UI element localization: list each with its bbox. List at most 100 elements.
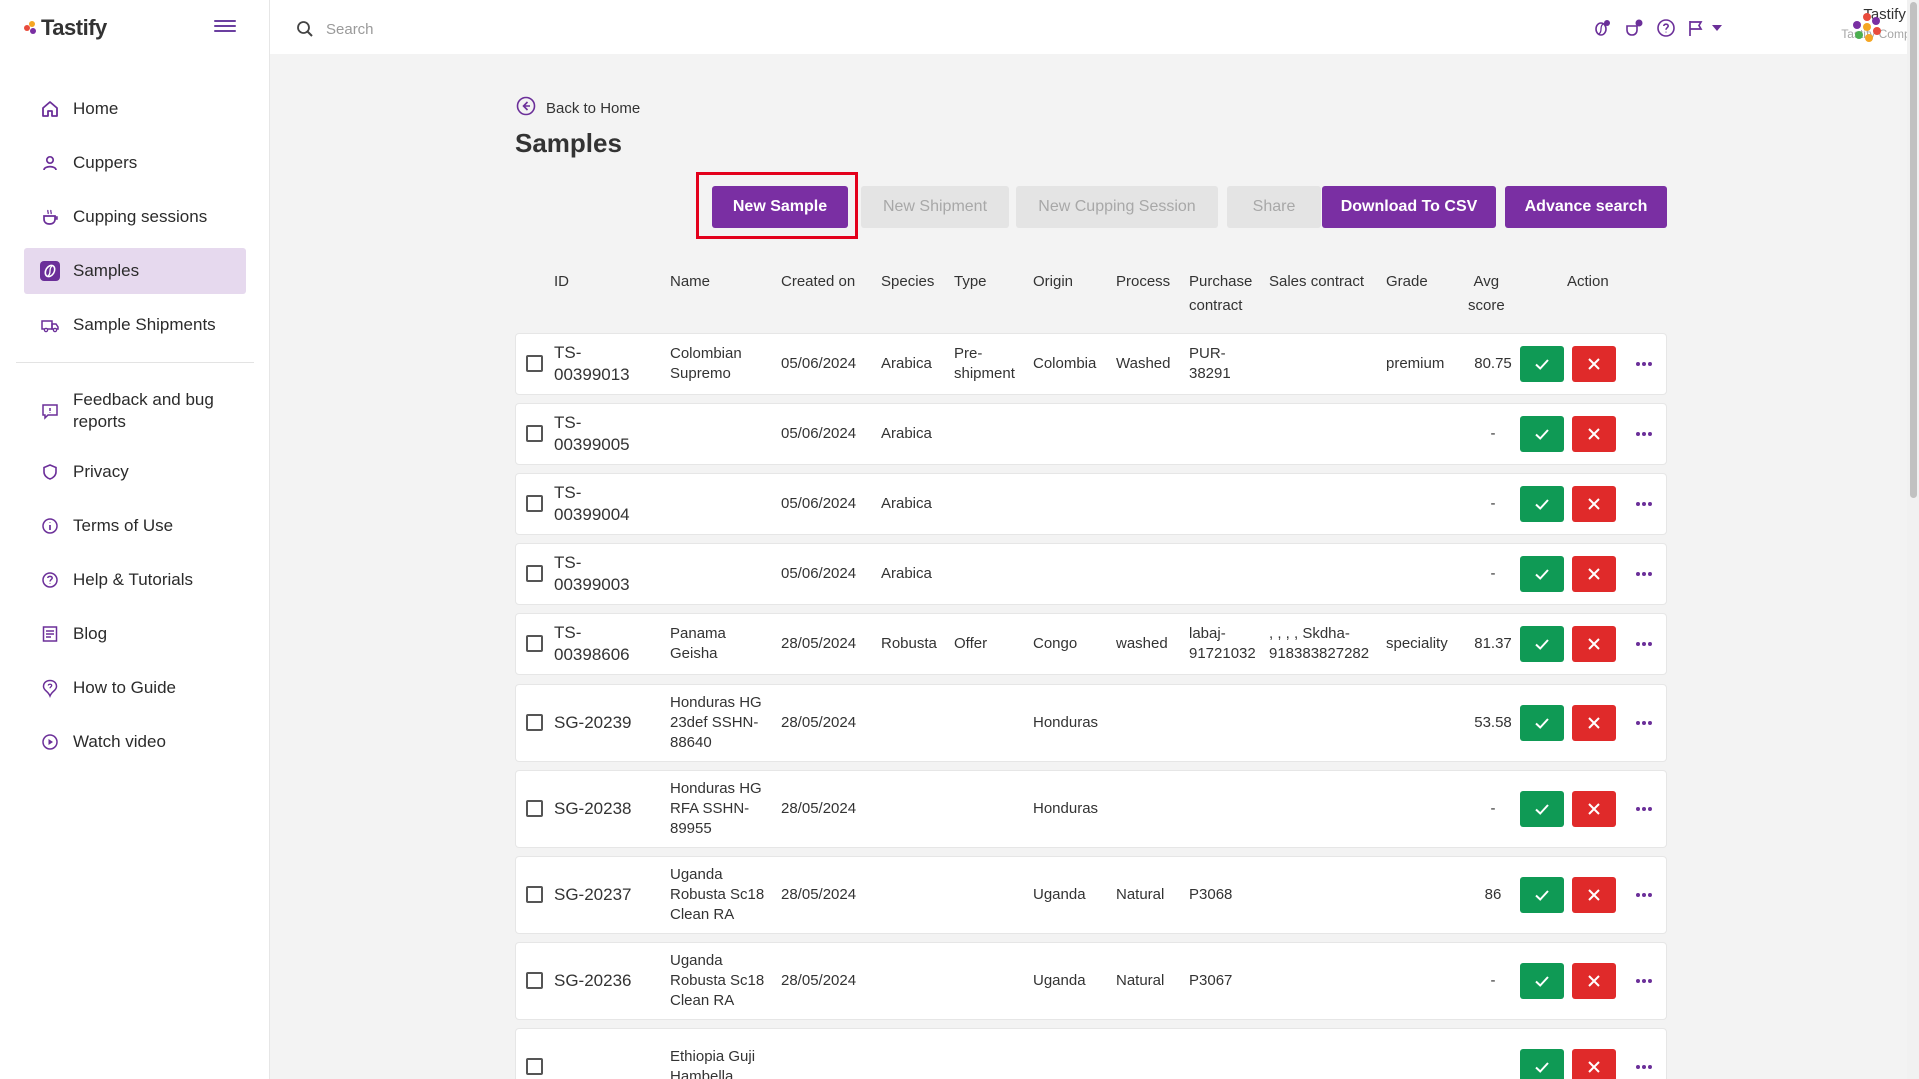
row-checkbox[interactable]: [526, 800, 543, 817]
row-checkbox[interactable]: [526, 565, 543, 582]
approve-button[interactable]: [1520, 486, 1564, 522]
col-created-on[interactable]: Created on: [781, 270, 855, 294]
more-options-icon[interactable]: [1634, 494, 1654, 514]
reject-button[interactable]: [1572, 416, 1616, 452]
row-checkbox[interactable]: [526, 886, 543, 903]
col-action: Action: [1567, 273, 1609, 290]
sidebar-item-blog[interactable]: Blog: [24, 611, 246, 657]
approve-button[interactable]: [1520, 963, 1564, 999]
table-row[interactable]: Ethiopia Guji Hambella: [515, 1028, 1667, 1079]
row-checkbox[interactable]: [526, 1058, 543, 1075]
cupping-notification-icon[interactable]: [1590, 16, 1614, 40]
row-checkbox[interactable]: [526, 972, 543, 989]
search-input[interactable]: [326, 16, 626, 42]
approve-button[interactable]: [1520, 416, 1564, 452]
more-options-icon[interactable]: [1634, 885, 1654, 905]
table-row[interactable]: TS- 00398606 Panama Geisha 28/05/2024 Robusta…: [515, 613, 1667, 675]
reject-button[interactable]: [1572, 626, 1616, 662]
col-name[interactable]: Name: [670, 270, 710, 294]
reject-button[interactable]: [1572, 486, 1616, 522]
sidebar-item-cupping-sessions[interactable]: Cupping sessions: [24, 194, 246, 240]
more-options-icon[interactable]: [1634, 424, 1654, 444]
approve-button[interactable]: [1520, 791, 1564, 827]
reject-button[interactable]: [1572, 963, 1616, 999]
col-avg-score[interactable]: Avg score: [1468, 270, 1505, 318]
sidebar-item-sample-shipments[interactable]: Sample Shipments: [24, 302, 246, 348]
more-options-icon[interactable]: [1634, 799, 1654, 819]
sidebar-item-watch-video[interactable]: Watch video: [24, 719, 246, 765]
cell-process: washed: [1116, 635, 1168, 652]
cell-line: TS-: [554, 623, 582, 642]
sidebar-item-help[interactable]: Help & Tutorials: [24, 557, 246, 603]
reject-button[interactable]: [1572, 791, 1616, 827]
table-row[interactable]: SG-20236 Uganda Robusta Sc18 Clean RA 28/05/…: [515, 942, 1667, 1020]
col-id[interactable]: ID: [554, 270, 569, 294]
col-species[interactable]: Species: [881, 270, 934, 294]
table-row[interactable]: SG-20237 Uganda Robusta Sc18 Clean RA 28/05/…: [515, 856, 1667, 934]
sidebar-item-home[interactable]: Home: [24, 86, 246, 132]
reject-button[interactable]: [1572, 877, 1616, 913]
sidebar-item-privacy[interactable]: Privacy: [24, 449, 246, 495]
sidebar-item-terms[interactable]: Terms of Use: [24, 503, 246, 549]
row-checkbox[interactable]: [526, 635, 543, 652]
menu-toggle-icon[interactable]: [214, 17, 236, 35]
more-options-icon[interactable]: [1634, 713, 1654, 733]
flag-icon[interactable]: [1686, 16, 1706, 40]
table-row[interactable]: TS- 00399003 05/06/2024 Arabica -: [515, 543, 1667, 605]
new-shipment-button[interactable]: New Shipment: [861, 186, 1009, 228]
sidebar-item-cuppers[interactable]: Cuppers: [24, 140, 246, 186]
user-info[interactable]: Tastify Inc Tastify Company: [1740, 6, 1919, 41]
row-checkbox[interactable]: [526, 495, 543, 512]
table-row[interactable]: SG-20239 Honduras HG 23def SSHN- 88640 28/05…: [515, 684, 1667, 762]
more-options-icon[interactable]: [1634, 634, 1654, 654]
reject-button[interactable]: [1572, 346, 1616, 382]
approve-button[interactable]: [1520, 626, 1564, 662]
chevron-down-icon[interactable]: [1712, 25, 1722, 31]
tastify-logo[interactable]: Tastify: [24, 14, 107, 42]
table-row[interactable]: TS- 00399004 05/06/2024 Arabica -: [515, 473, 1667, 535]
col-purchase-contract[interactable]: Purchase contract: [1189, 270, 1252, 318]
help-icon[interactable]: [1654, 16, 1678, 40]
sidebar-item-how-to-guide[interactable]: How to Guide: [24, 665, 246, 711]
reject-button[interactable]: [1572, 705, 1616, 741]
row-checkbox[interactable]: [526, 355, 543, 372]
cell-id-text: SG-20239: [554, 712, 632, 734]
more-options-icon[interactable]: [1634, 971, 1654, 991]
col-sales-contract[interactable]: Sales contract: [1269, 270, 1364, 294]
share-button[interactable]: Share: [1227, 186, 1321, 228]
sidebar-item-feedback[interactable]: Feedback and bug reports: [24, 381, 246, 441]
col-process[interactable]: Process: [1116, 270, 1170, 294]
new-cupping-session-button[interactable]: New Cupping Session: [1016, 186, 1218, 228]
reject-button[interactable]: [1572, 1049, 1616, 1079]
col-origin[interactable]: Origin: [1033, 270, 1073, 294]
row-checkbox[interactable]: [526, 714, 543, 731]
approve-button[interactable]: [1520, 1049, 1564, 1079]
approve-button[interactable]: [1520, 556, 1564, 592]
cell-purchase-contract-text: P3068: [1189, 885, 1232, 905]
cell-avg-score: 81.37: [1474, 635, 1512, 652]
scrollbar[interactable]: [1907, 0, 1919, 1079]
cell-purchase-contract: P3068: [1189, 857, 1232, 933]
scrollbar-thumb[interactable]: [1910, 2, 1917, 498]
table-row[interactable]: TS- 00399005 05/06/2024 Arabica -: [515, 403, 1667, 465]
cell-origin: Colombia: [1033, 355, 1097, 372]
table-row[interactable]: TS- 00399013 Colombian Supremo 05/06/2024 Ara…: [515, 333, 1667, 395]
avatar[interactable]: [1850, 10, 1884, 44]
more-options-icon[interactable]: [1634, 564, 1654, 584]
reject-button[interactable]: [1572, 556, 1616, 592]
approve-button[interactable]: [1520, 705, 1564, 741]
table-row[interactable]: SG-20238 Honduras HG RFA SSHN- 89955 28/05/2…: [515, 770, 1667, 848]
samples-notification-icon[interactable]: [1622, 16, 1646, 40]
col-grade[interactable]: Grade: [1386, 270, 1428, 294]
sidebar-item-samples[interactable]: Samples: [24, 248, 246, 294]
more-options-icon[interactable]: [1634, 1057, 1654, 1077]
approve-button[interactable]: [1520, 346, 1564, 382]
cell-grade: premium: [1386, 355, 1445, 372]
more-options-icon[interactable]: [1634, 354, 1654, 374]
col-type[interactable]: Type: [954, 270, 987, 294]
approve-button[interactable]: [1520, 877, 1564, 913]
back-to-home-link[interactable]: Back to Home: [516, 96, 640, 120]
row-checkbox[interactable]: [526, 425, 543, 442]
advance-search-button[interactable]: Advance search: [1505, 186, 1667, 228]
download-csv-button[interactable]: Download To CSV: [1322, 186, 1496, 228]
